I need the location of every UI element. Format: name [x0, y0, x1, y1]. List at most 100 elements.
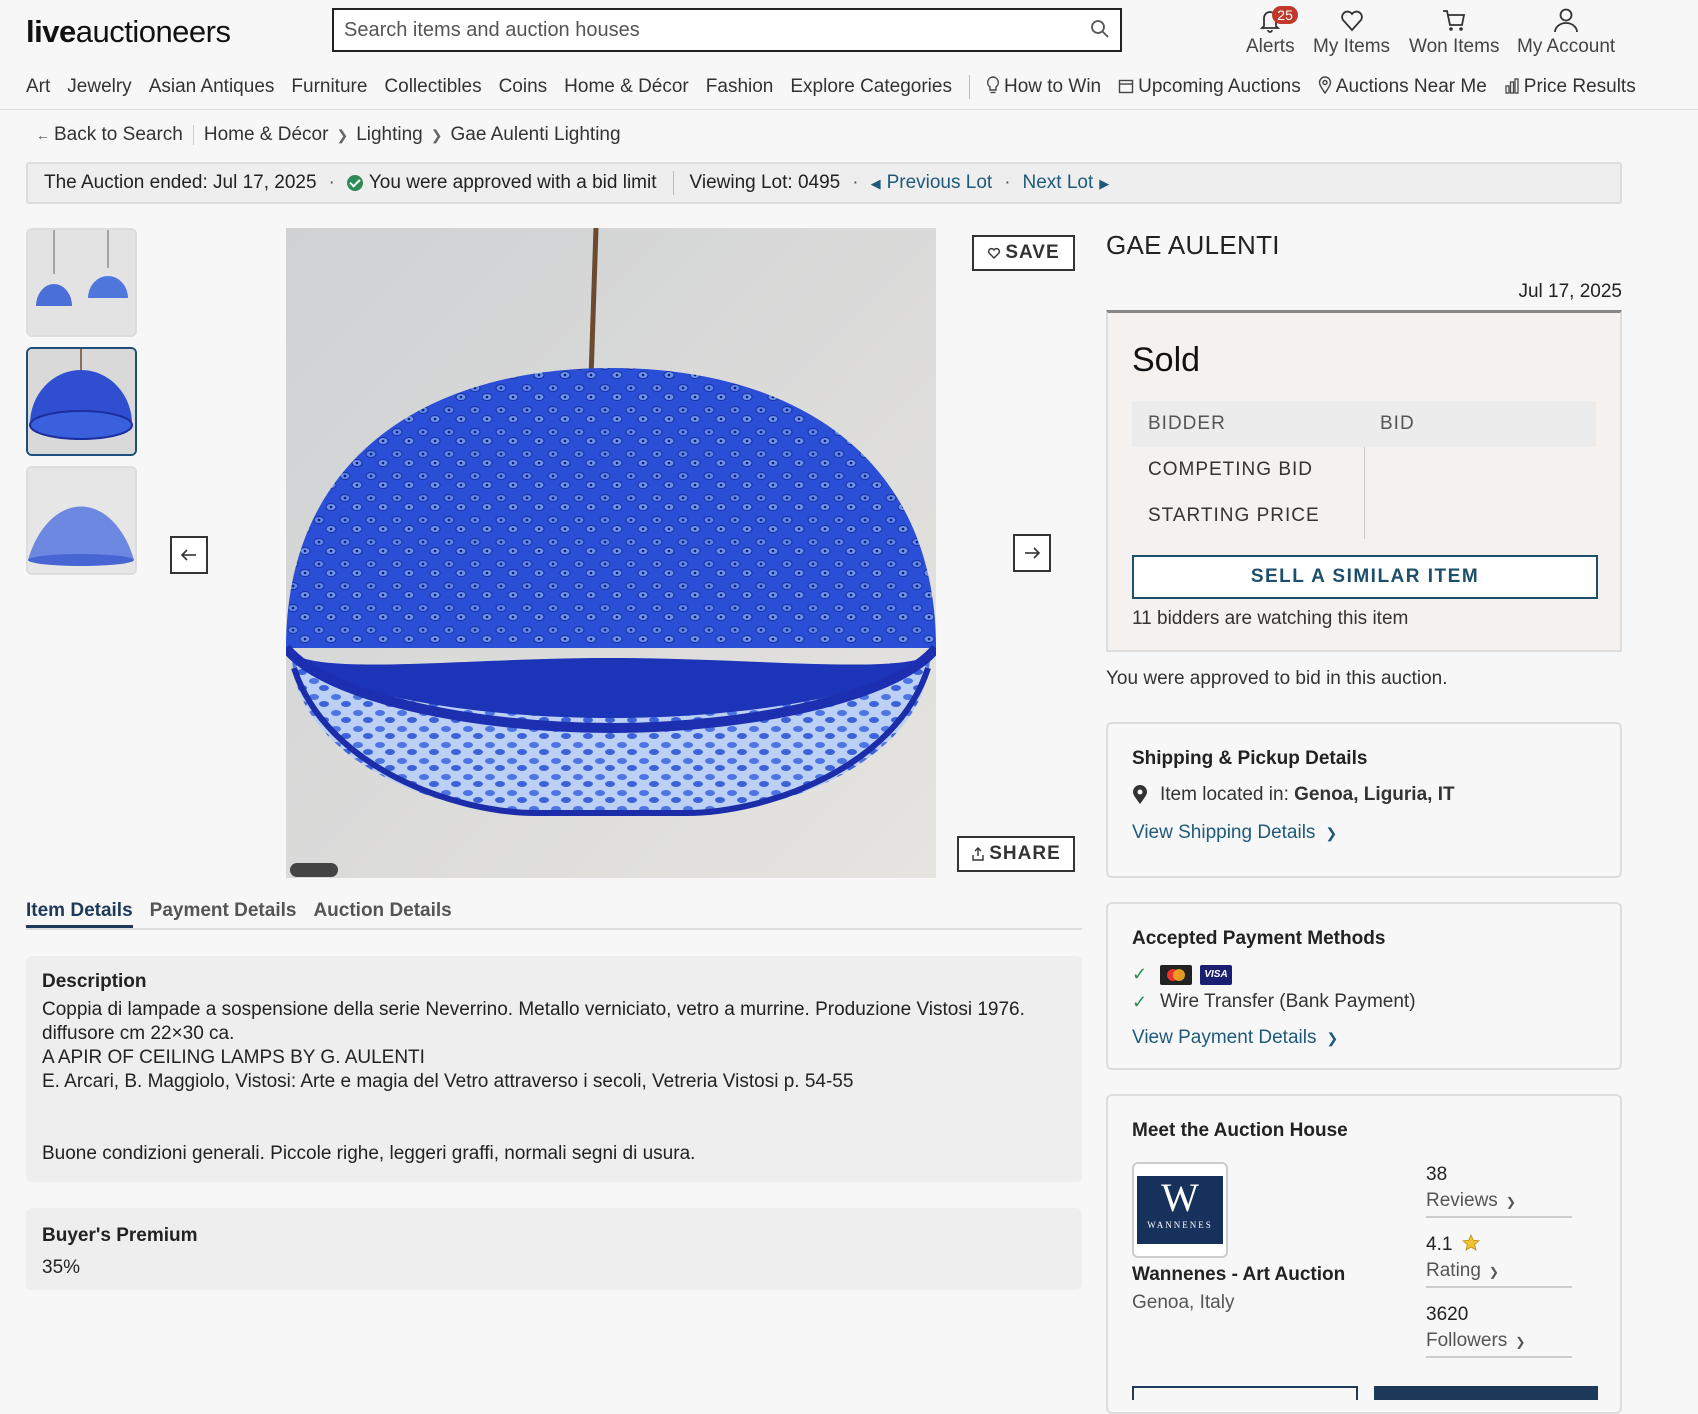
image-pager-indicator[interactable]	[290, 863, 338, 877]
view-shipping-details-link[interactable]: View Shipping Details ❯	[1132, 822, 1596, 844]
description-line: A APIR OF CEILING LAMPS BY G. AULENTI	[42, 1047, 425, 1068]
main-lot-image[interactable]	[286, 228, 936, 878]
my-items-button[interactable]: My Items	[1313, 6, 1390, 58]
thumbnail-3[interactable]	[26, 466, 137, 575]
lot-maker[interactable]: GAE AULENTI	[1106, 230, 1280, 261]
nav-auctions-near-me[interactable]: Auctions Near Me	[1318, 76, 1487, 98]
shipping-card: Shipping & Pickup Details Item located i…	[1106, 722, 1622, 878]
nav-furniture[interactable]: Furniture	[291, 76, 367, 98]
nav-price-results[interactable]: Price Results	[1504, 76, 1636, 98]
bid-table-header: BIDDER BID	[1132, 401, 1596, 447]
mastercard-icon	[1160, 964, 1192, 985]
followers-label: Followers	[1426, 1330, 1508, 1351]
thumbnail-image	[28, 468, 135, 573]
rating-label: Rating	[1426, 1260, 1481, 1281]
auction-house-title: Meet the Auction House	[1132, 1120, 1348, 1141]
tab-payment-details[interactable]: Payment Details	[150, 900, 297, 928]
description-condition: Buone condizioni generali. Piccole righe…	[42, 1143, 696, 1164]
nav-jewelry[interactable]: Jewelry	[67, 76, 131, 98]
sold-status: Sold	[1132, 341, 1201, 379]
search-icon[interactable]	[1090, 19, 1110, 39]
check-icon: ✓	[1132, 991, 1148, 1012]
nav-divider	[968, 75, 970, 99]
alerts-button[interactable]: 25 Alerts	[1246, 6, 1298, 58]
save-button[interactable]: SAVE	[972, 235, 1075, 271]
payment-card: Accepted Payment Methods ✓ VISA ✓ Wire T…	[1106, 902, 1622, 1070]
buyers-premium-panel: Buyer's Premium 35%	[26, 1208, 1082, 1290]
my-account-button[interactable]: My Account	[1517, 6, 1615, 58]
details-tabs: Item Details Payment Details Auction Det…	[26, 900, 1082, 930]
nav-coins[interactable]: Coins	[499, 76, 548, 98]
status-divider	[672, 171, 674, 195]
check-circle-icon	[346, 175, 363, 191]
competing-bid-row: COMPETING BID	[1132, 447, 1596, 493]
description-line: diffusore cm 22×30 ca.	[42, 1023, 235, 1044]
next-lot-link[interactable]: Next Lot ▶	[1023, 172, 1110, 194]
chevron-right-icon: ❯	[336, 126, 349, 143]
arrow-left-icon	[180, 549, 196, 561]
wire-transfer-row: ✓ Wire Transfer (Bank Payment)	[1132, 991, 1596, 1013]
site-logo[interactable]: liveauctioneers	[26, 14, 231, 50]
chevron-right-icon: ❯	[1488, 1265, 1499, 1279]
nav-asian-antiques[interactable]: Asian Antiques	[149, 76, 275, 98]
nav-collectibles[interactable]: Collectibles	[384, 76, 481, 98]
search-input[interactable]	[334, 10, 1054, 50]
view-payment-details-link[interactable]: View Payment Details ❯	[1132, 1027, 1596, 1049]
upcoming-auctions-label: Upcoming Auctions	[1138, 76, 1301, 97]
search-box	[332, 8, 1122, 52]
next-image-button[interactable]	[1013, 534, 1051, 572]
won-items-button[interactable]: Won Items	[1409, 6, 1499, 58]
rating-value: 4.1	[1426, 1234, 1453, 1255]
previous-lot-link[interactable]: ◀ Previous Lot	[871, 172, 993, 194]
nav-how-to-win[interactable]: How to Win	[986, 76, 1101, 98]
thumbnail-1[interactable]	[26, 228, 137, 337]
buyers-premium-value: 35%	[42, 1257, 81, 1278]
cart-icon	[1443, 10, 1466, 31]
caret-left-icon: ◀	[870, 176, 881, 191]
approved-bid-limit-text: You were approved with a bid limit	[368, 172, 657, 193]
share-button[interactable]: SHARE	[957, 836, 1075, 872]
nav-upcoming-auctions[interactable]: Upcoming Auctions	[1118, 76, 1301, 98]
card-methods-row: ✓ VISA	[1132, 964, 1596, 985]
dot-separator: ·	[328, 172, 335, 193]
lamp-photo	[286, 228, 936, 878]
approved-note: You were approved to bid in this auction…	[1106, 668, 1448, 689]
auction-house-location: Genoa, Italy	[1132, 1292, 1235, 1313]
nav-home-decor[interactable]: Home & Décor	[564, 76, 689, 98]
dot-separator: ·	[852, 172, 859, 193]
price-results-label: Price Results	[1523, 76, 1636, 97]
sell-similar-item-button[interactable]: SELL A SIMILAR ITEM	[1132, 555, 1598, 599]
thumbnail-2[interactable]	[26, 347, 137, 456]
chevron-right-icon: ❯	[430, 126, 443, 143]
tab-item-details[interactable]: Item Details	[26, 900, 133, 928]
chevron-right-icon: ❯	[1326, 1029, 1339, 1046]
breadcrumb-lighting[interactable]: Lighting	[356, 124, 423, 146]
previous-image-button[interactable]	[170, 536, 208, 574]
reviews-count: 38	[1426, 1164, 1448, 1185]
my-account-label: My Account	[1517, 36, 1616, 57]
won-items-label: Won Items	[1409, 36, 1500, 57]
visa-icon: VISA	[1200, 964, 1232, 985]
auction-house-name[interactable]: Wannenes - Art Auction	[1132, 1264, 1345, 1286]
auction-house-card: Meet the Auction House W WANNENES Wannen…	[1106, 1094, 1622, 1414]
description-line: E. Arcari, B. Maggiolo, Vistosi: Arte e …	[42, 1071, 854, 1092]
check-icon: ✓	[1132, 964, 1148, 984]
nav-fashion[interactable]: Fashion	[706, 76, 774, 98]
auction-ended-text: The Auction ended: Jul 17, 2025	[44, 172, 317, 193]
breadcrumb-home-decor[interactable]: Home & Décor	[204, 124, 329, 146]
item-located-label: Item located in:	[1160, 784, 1289, 805]
category-nav: Art Jewelry Asian Antiques Furniture Col…	[26, 74, 1653, 100]
reviews-stat[interactable]: 38 Reviews ❯	[1426, 1164, 1572, 1218]
followers-stat[interactable]: 3620 Followers ❯	[1426, 1304, 1572, 1358]
thumbnail-image	[28, 349, 135, 454]
breadcrumb-gae-aulenti-lighting[interactable]: Gae Aulenti Lighting	[450, 124, 620, 146]
nav-explore-categories[interactable]: Explore Categories	[790, 76, 952, 98]
auction-house-logo[interactable]: W WANNENES	[1132, 1162, 1228, 1258]
tab-auction-details[interactable]: Auction Details	[313, 900, 451, 928]
nav-art[interactable]: Art	[26, 76, 50, 98]
back-to-search-link[interactable]: ← Back to Search	[36, 124, 183, 146]
alerts-label: Alerts	[1246, 36, 1295, 57]
chevron-right-icon: ❯	[1505, 1195, 1516, 1209]
my-items-label: My Items	[1313, 36, 1391, 57]
rating-stat[interactable]: 4.1 Rating ❯	[1426, 1233, 1572, 1288]
